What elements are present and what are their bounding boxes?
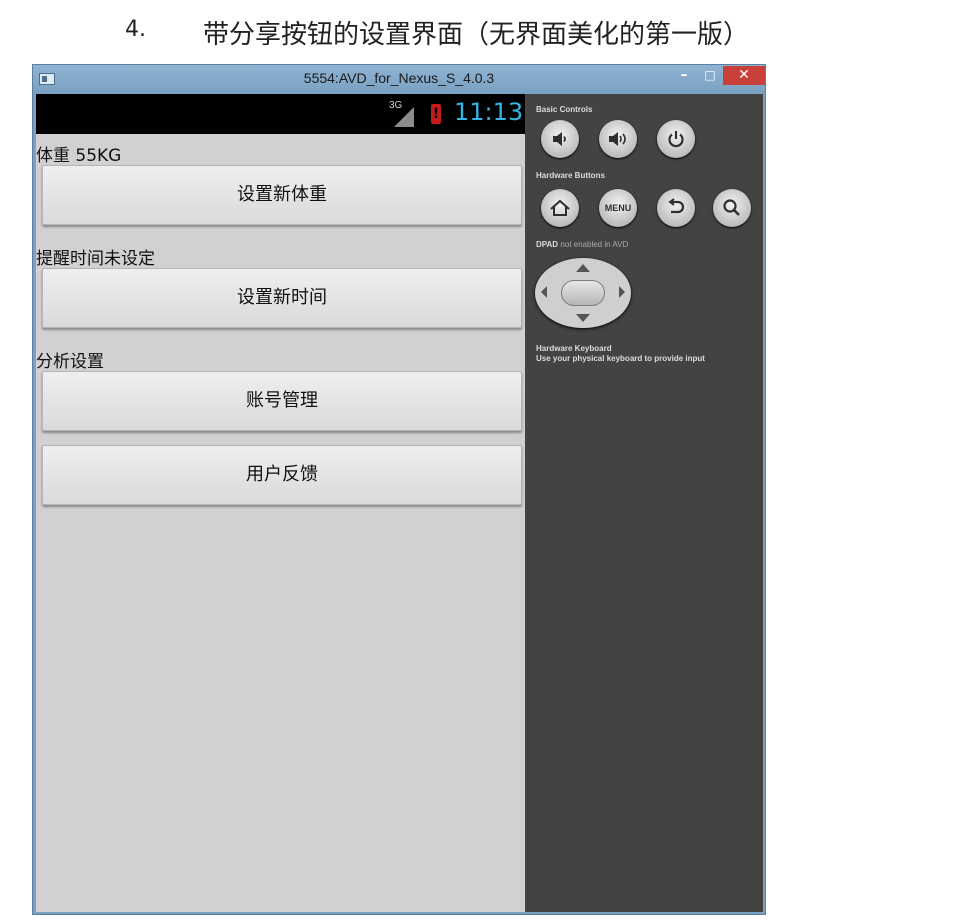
- window-title: 5554:AVD_for_Nexus_S_4.0.3: [303, 70, 495, 86]
- feedback-button[interactable]: 用户反馈: [42, 445, 522, 505]
- dpad-note: not enabled in AVD: [560, 240, 629, 249]
- back-icon[interactable]: [657, 189, 695, 227]
- status-clock: 11:13: [454, 98, 524, 126]
- menu-button[interactable]: MENU: [599, 189, 637, 227]
- search-icon[interactable]: [713, 189, 751, 227]
- emulator-window: 5554:AVD_for_Nexus_S_4.0.3 – □ ✕ 3G 11:1…: [32, 64, 766, 915]
- dpad-title-text: DPAD: [536, 240, 559, 249]
- volume-up-icon[interactable]: [599, 120, 637, 158]
- heading-number: 4.: [125, 17, 146, 42]
- device-screen: 3G 11:13 体重 55KG 设置新体重 提醒时间未设定 设置新时间 分析设…: [36, 94, 525, 912]
- hardware-buttons-title: Hardware Buttons: [536, 171, 605, 180]
- volume-down-icon[interactable]: [541, 120, 579, 158]
- keyboard-note: Use your physical keyboard to provide in…: [536, 354, 705, 363]
- set-time-button[interactable]: 设置新时间: [42, 268, 522, 328]
- dpad-center-button[interactable]: [561, 280, 605, 306]
- signal-icon: [394, 107, 414, 127]
- dpad-up-icon[interactable]: [576, 264, 590, 272]
- minimize-button[interactable]: –: [671, 66, 697, 85]
- dpad-left-icon[interactable]: [541, 286, 547, 298]
- dpad-right-icon[interactable]: [619, 286, 625, 298]
- status-bar: 3G 11:13: [36, 94, 525, 134]
- weight-label: 体重 55KG: [36, 146, 122, 166]
- keyboard-title: Hardware Keyboard: [536, 344, 612, 353]
- dpad-control[interactable]: [535, 258, 631, 328]
- battery-warning-icon: [431, 104, 441, 124]
- dpad-title: DPAD not enabled in AVD: [536, 240, 628, 249]
- dpad-down-icon[interactable]: [576, 314, 590, 322]
- home-icon[interactable]: [541, 189, 579, 227]
- heading-text: 带分享按钮的设置界面（无界面美化的第一版）: [203, 20, 750, 50]
- set-weight-button[interactable]: 设置新体重: [42, 165, 522, 225]
- close-button[interactable]: ✕: [723, 66, 765, 85]
- power-icon[interactable]: [657, 120, 695, 158]
- analysis-label: 分析设置: [36, 352, 104, 372]
- basic-controls-title: Basic Controls: [536, 105, 593, 114]
- reminder-label: 提醒时间未设定: [36, 249, 155, 269]
- maximize-button[interactable]: □: [697, 66, 723, 85]
- emulator-controls-panel: Basic Controls Hardware Buttons MENU DPA…: [525, 94, 763, 912]
- account-button[interactable]: 账号管理: [42, 371, 522, 431]
- window-titlebar[interactable]: 5554:AVD_for_Nexus_S_4.0.3 – □ ✕: [33, 65, 765, 94]
